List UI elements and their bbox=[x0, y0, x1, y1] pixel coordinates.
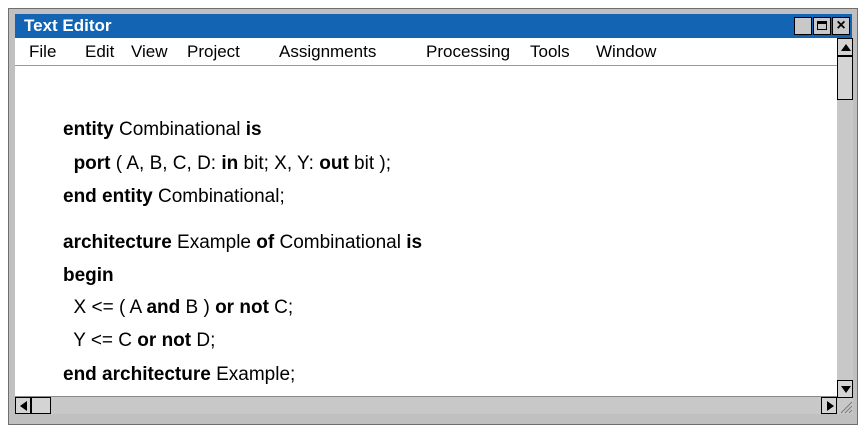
code-text: bit ); bbox=[348, 153, 392, 174]
code-text: ( A, B, C, D: bbox=[110, 153, 222, 174]
window-title: Text Editor bbox=[24, 16, 112, 35]
code-line: entity Combinational is bbox=[63, 119, 262, 141]
close-button[interactable]: × bbox=[832, 17, 850, 35]
menu-bar: File Edit View Project Assignments Processing… bbox=[15, 38, 837, 66]
code-keyword: is bbox=[245, 119, 262, 140]
code-text: bit; X, Y: bbox=[238, 153, 320, 174]
code-text: B ) bbox=[180, 297, 216, 318]
code-keyword: or not bbox=[137, 330, 192, 351]
arrow-down-icon bbox=[841, 386, 851, 393]
maximize-button[interactable] bbox=[813, 17, 831, 35]
menu-item-assignments[interactable]: Assignments bbox=[279, 42, 376, 61]
scroll-right-button[interactable] bbox=[821, 397, 837, 414]
code-line: Y <= C or not D; bbox=[63, 330, 215, 352]
code-line: architecture Example of Combinational is bbox=[63, 232, 422, 254]
arrow-left-icon bbox=[20, 401, 27, 411]
menu-item-processing[interactable]: Processing bbox=[426, 42, 510, 61]
horizontal-scrollbar[interactable] bbox=[15, 396, 837, 414]
vertical-scrollbar[interactable] bbox=[837, 38, 853, 398]
code-text: X <= ( A bbox=[63, 297, 147, 318]
code-line: begin bbox=[63, 265, 114, 287]
arrow-up-icon bbox=[841, 44, 851, 51]
code-text: Example; bbox=[210, 364, 296, 385]
menu-item-view[interactable]: View bbox=[131, 42, 168, 61]
menu-item-window[interactable]: Window bbox=[596, 42, 656, 61]
menu-item-project[interactable]: Project bbox=[187, 42, 240, 61]
minimize-icon: _ bbox=[798, 20, 808, 37]
code-line: port ( A, B, C, D: in bit; X, Y: out bit… bbox=[63, 153, 391, 175]
minimize-button[interactable]: _ bbox=[794, 17, 812, 37]
code-keyword: is bbox=[406, 232, 423, 253]
code-text: C; bbox=[268, 297, 294, 318]
code-text: Combinational bbox=[274, 232, 407, 253]
code-text: Example bbox=[171, 232, 257, 253]
arrow-right-icon bbox=[827, 401, 834, 411]
code-text: Combinational; bbox=[152, 186, 285, 207]
code-keyword: entity bbox=[63, 119, 114, 140]
code-keyword: architecture bbox=[63, 232, 172, 253]
code-editor[interactable]: entity Combinational is port ( A, B, C, … bbox=[15, 66, 837, 396]
title-bar[interactable]: Text Editor _ × bbox=[15, 14, 852, 38]
code-keyword: of bbox=[256, 232, 275, 253]
code-keyword: end architecture bbox=[63, 364, 211, 385]
menu-item-edit[interactable]: Edit bbox=[85, 42, 114, 61]
scroll-down-button[interactable] bbox=[837, 380, 853, 398]
scroll-up-button[interactable] bbox=[837, 38, 853, 56]
scroll-left-button[interactable] bbox=[15, 397, 31, 414]
menu-item-tools[interactable]: Tools bbox=[530, 42, 570, 61]
menu-item-file[interactable]: File bbox=[29, 42, 56, 61]
code-text: Combinational bbox=[113, 119, 246, 140]
code-line: X <= ( A and B ) or not C; bbox=[63, 297, 294, 319]
vertical-scroll-thumb[interactable] bbox=[837, 56, 853, 100]
code-keyword: and bbox=[146, 297, 181, 318]
code-line: end entity Combinational; bbox=[63, 186, 285, 208]
code-text: D; bbox=[191, 330, 216, 351]
code-line: end architecture Example; bbox=[63, 364, 295, 386]
code-keyword: out bbox=[319, 153, 349, 174]
close-icon: × bbox=[836, 17, 846, 34]
code-text: Y <= C bbox=[63, 330, 138, 351]
editor-window: Text Editor _ × File Edit View Project Assig… bbox=[8, 8, 858, 425]
code-keyword: or not bbox=[215, 297, 269, 318]
code-keyword: end entity bbox=[63, 186, 153, 207]
code-keyword: begin bbox=[63, 265, 114, 286]
horizontal-scroll-thumb[interactable] bbox=[31, 397, 51, 414]
resize-grip-icon[interactable] bbox=[837, 398, 853, 414]
code-keyword: in bbox=[221, 153, 239, 174]
code-keyword: port bbox=[73, 153, 111, 174]
